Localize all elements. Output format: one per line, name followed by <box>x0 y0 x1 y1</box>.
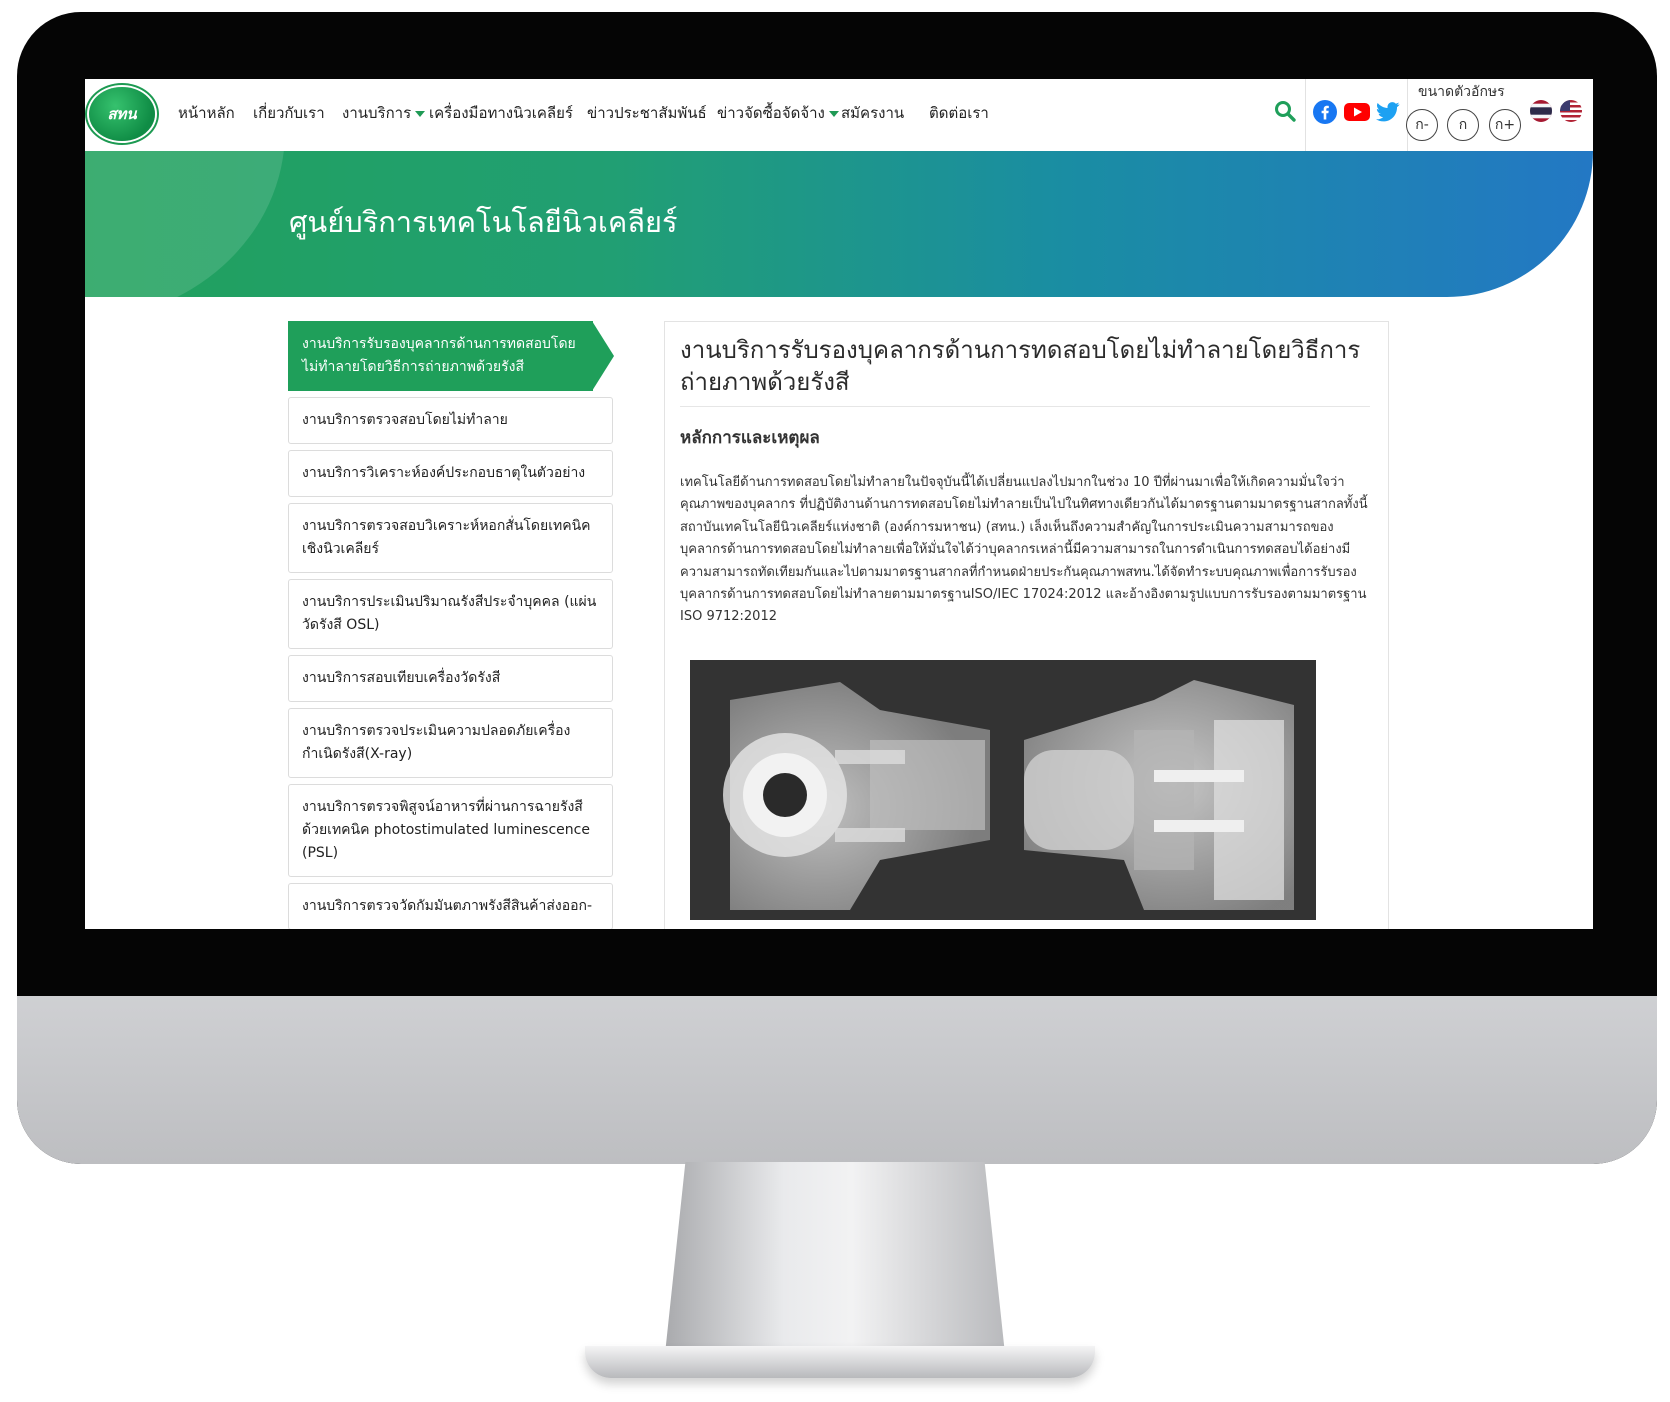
monitor-chin <box>17 996 1657 1164</box>
font-normal-button[interactable]: ก <box>1447 109 1479 141</box>
xray-image-side <box>1004 660 1316 920</box>
sidebar-item-label: งานบริการวิเคราะห์องค์ประกอบธาตุในตัวอย่… <box>302 465 586 481</box>
sidebar-item-label: งานบริการสอบเทียบเครื่องวัดรังสี <box>302 670 501 686</box>
nav-about[interactable]: เกี่ยวกับเรา <box>253 101 325 125</box>
sidebar-item-elemental-analysis[interactable]: งานบริการวิเคราะห์องค์ประกอบธาตุในตัวอย่… <box>288 450 613 497</box>
nav-services[interactable]: งานบริการ <box>342 101 426 125</box>
sidebar-item-label: งานบริการตรวจสอบโดยไม่ทำลาย <box>302 412 508 428</box>
nav-careers-label: สมัครงาน <box>841 104 905 122</box>
sidebar-item-label: งานบริการตรวจประเมินความปลอดภัยเครื่องกำ… <box>302 723 571 762</box>
sidebar-item-radiography-certification[interactable]: งานบริการรับรองบุคลากรด้านการทดสอบโดยไม่… <box>288 321 614 391</box>
service-sidebar: งานบริการรับรองบุคลากรด้านการทดสอบโดยไม่… <box>288 321 614 929</box>
nav-nuclear-tools[interactable]: เครื่องมือทางนิวเคลียร์ <box>429 101 573 125</box>
site-logo[interactable]: สทน <box>89 87 155 141</box>
page-title: งานบริการรับรองบุคลากรด้านการทดสอบโดยไม่… <box>680 336 1361 396</box>
thai-flag-icon[interactable] <box>1529 99 1553 123</box>
sidebar-item-xray-safety[interactable]: งานบริการตรวจประเมินความปลอดภัยเครื่องกำ… <box>288 708 613 778</box>
nav-nuclear-tools-label: เครื่องมือทางนิวเคลียร์ <box>429 104 573 122</box>
monitor-stand-base <box>585 1346 1095 1378</box>
youtube-icon[interactable] <box>1343 99 1371 125</box>
nav-contact-label: ติดต่อเรา <box>929 104 989 122</box>
sidebar-item-dose-assessment[interactable]: งานบริการประเมินปริมาณรังสีประจำบุคคล (แ… <box>288 579 613 649</box>
header-divider <box>1305 79 1306 151</box>
sidebar-item-calibration[interactable]: งานบริการสอบเทียบเครื่องวัดรังสี <box>288 655 613 702</box>
nav-news-label: ข่าวประชาสัมพันธ์ <box>587 104 707 122</box>
search-icon[interactable] <box>1272 98 1298 124</box>
chevron-down-icon <box>828 110 839 117</box>
top-navigation: สทน หน้าหลัก เกี่ยวกับเรา งานบริการ เครื… <box>85 79 1593 151</box>
content-paragraph: เทคโนโลยีด้านการทดสอบโดยไม่ทำลายในปัจจุบ… <box>680 475 1368 625</box>
facebook-icon[interactable] <box>1312 99 1338 125</box>
font-normal-label: ก <box>1458 117 1468 133</box>
nav-news[interactable]: ข่าวประชาสัมพันธ์ <box>587 101 707 125</box>
xray-image-front <box>690 660 1024 920</box>
us-flag-icon[interactable] <box>1559 99 1583 123</box>
title-divider <box>680 406 1370 407</box>
monitor-stand <box>665 1162 1005 1354</box>
nav-procurement-label: ข่าวจัดซื้อจัดจ้าง <box>717 104 825 122</box>
font-increase-button[interactable]: ก+ <box>1489 109 1521 141</box>
sidebar-item-vibration-analysis[interactable]: งานบริการตรวจสอบวิเคราะห์หอกสั่นโดยเทคนิ… <box>288 503 613 573</box>
nav-services-label: งานบริการ <box>342 104 412 122</box>
sidebar-item-label: งานบริการรับรองบุคลากรด้านการทดสอบโดยไม่… <box>302 336 576 375</box>
banner-decoration <box>85 151 285 297</box>
chevron-down-icon <box>415 110 426 117</box>
nav-procurement[interactable]: ข่าวจัดซื้อจัดจ้าง <box>717 101 839 125</box>
nav-contact[interactable]: ติดต่อเรา <box>929 101 989 125</box>
font-decrease-label: ก- <box>1415 117 1429 133</box>
section-heading: หลักการและเหตุผล <box>680 428 820 448</box>
browser-screen: สทน หน้าหลัก เกี่ยวกับเรา งานบริการ เครื… <box>85 79 1593 929</box>
font-increase-label: ก+ <box>1494 117 1516 133</box>
sidebar-item-label: งานบริการตรวจวัดกัมมันตภาพรังสีสินค้าส่ง… <box>302 898 593 914</box>
nav-careers[interactable]: สมัครงาน <box>841 101 904 125</box>
page-banner: ศูนย์บริการเทคโนโลยีนิวเคลียร์ <box>85 151 1593 297</box>
sidebar-item-label: งานบริการตรวจสอบวิเคราะห์หอกสั่นโดยเทคนิ… <box>302 518 591 557</box>
twitter-icon[interactable] <box>1375 99 1401 125</box>
nav-home-label: หน้าหลัก <box>178 104 235 122</box>
sidebar-item-export-radioactivity[interactable]: งานบริการตรวจวัดกัมมันตภาพรังสีสินค้าส่ง… <box>288 883 613 929</box>
font-size-label: ขนาดตัวอักษร <box>1418 84 1505 100</box>
sidebar-item-label: งานบริการประเมินปริมาณรังสีประจำบุคคล (แ… <box>302 594 597 633</box>
logo-text: สทน <box>107 105 137 123</box>
font-decrease-button[interactable]: ก- <box>1406 109 1438 141</box>
content-panel: งานบริการรับรองบุคลากรด้านการทดสอบโดยไม่… <box>664 321 1389 929</box>
sidebar-item-psl-food[interactable]: งานบริการตรวจพิสูจน์อาหารที่ผ่านการฉายรั… <box>288 784 613 877</box>
banner-title: ศูนย์บริการเทคโนโลยีนิวเคลียร์ <box>289 205 678 239</box>
sidebar-item-label: งานบริการตรวจพิสูจน์อาหารที่ผ่านการฉายรั… <box>302 799 590 861</box>
sidebar-item-ndt[interactable]: งานบริการตรวจสอบโดยไม่ทำลาย <box>288 397 613 444</box>
nav-about-label: เกี่ยวกับเรา <box>253 104 325 122</box>
nav-home[interactable]: หน้าหลัก <box>178 101 235 125</box>
